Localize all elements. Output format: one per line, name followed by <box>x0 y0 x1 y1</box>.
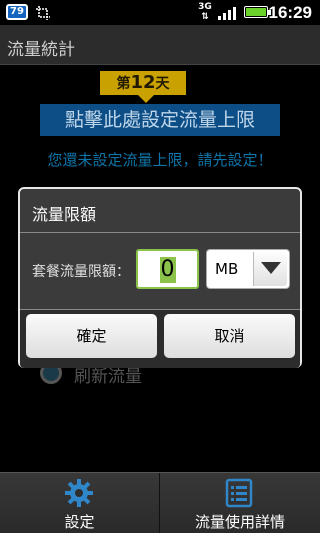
day-count-badge: 第12天 <box>100 71 186 103</box>
tab-usage-details[interactable]: 流量使用詳情 <box>160 473 320 533</box>
day-badge-number: 12 <box>130 72 156 93</box>
confirm-button[interactable]: 確定 <box>26 314 157 358</box>
cancel-button[interactable]: 取消 <box>164 314 295 358</box>
dialog-title: 流量限額 <box>32 205 97 224</box>
signal-strength-icon <box>218 7 236 20</box>
notification-count-badge: 79 <box>6 4 28 20</box>
dialog-header: 流量限額 <box>20 189 300 233</box>
network-type-indicator: 3G ⇅ <box>198 2 212 22</box>
quota-dialog: 流量限額 套餐流量限額： 0 MB 確定 取消 <box>18 187 302 368</box>
day-badge-prefix: 第 <box>116 76 131 92</box>
no-limit-notice: 您還未設定流量上限，請先設定！ <box>47 151 273 169</box>
network-type-label: 3G <box>198 2 212 12</box>
quota-input[interactable]: 0 <box>136 249 199 289</box>
bottom-tab-bar: 設定 流量使用詳情 <box>0 472 320 533</box>
quota-label: 套餐流量限額： <box>32 264 130 280</box>
day-badge-suffix: 天 <box>155 76 170 92</box>
unit-value: MB <box>215 260 239 278</box>
unit-dropdown-button[interactable] <box>253 252 287 286</box>
status-clock: 16:29 <box>268 3 312 22</box>
quota-row: 套餐流量限額： 0 MB <box>20 233 300 309</box>
tab-settings-label: 設定 <box>64 513 95 531</box>
tab-settings[interactable]: 設定 <box>0 473 160 533</box>
quota-value: 0 <box>159 257 176 283</box>
status-bar: 79 3G ⇅ 16:29 <box>0 0 320 25</box>
app-title-bar: 流量統計 <box>0 25 320 65</box>
app-title: 流量統計 <box>7 40 75 60</box>
set-limit-link[interactable]: 點擊此處設定流量上限 <box>40 104 280 136</box>
tab-usage-details-label: 流量使用詳情 <box>194 513 285 531</box>
battery-icon <box>244 6 271 18</box>
gear-icon <box>65 479 93 507</box>
unit-select[interactable]: MB <box>206 249 290 289</box>
list-icon <box>225 478 253 508</box>
screenshot-crop-icon <box>36 6 50 20</box>
chevron-down-icon <box>261 262 281 274</box>
dialog-button-bar: 確定 取消 <box>20 309 300 368</box>
